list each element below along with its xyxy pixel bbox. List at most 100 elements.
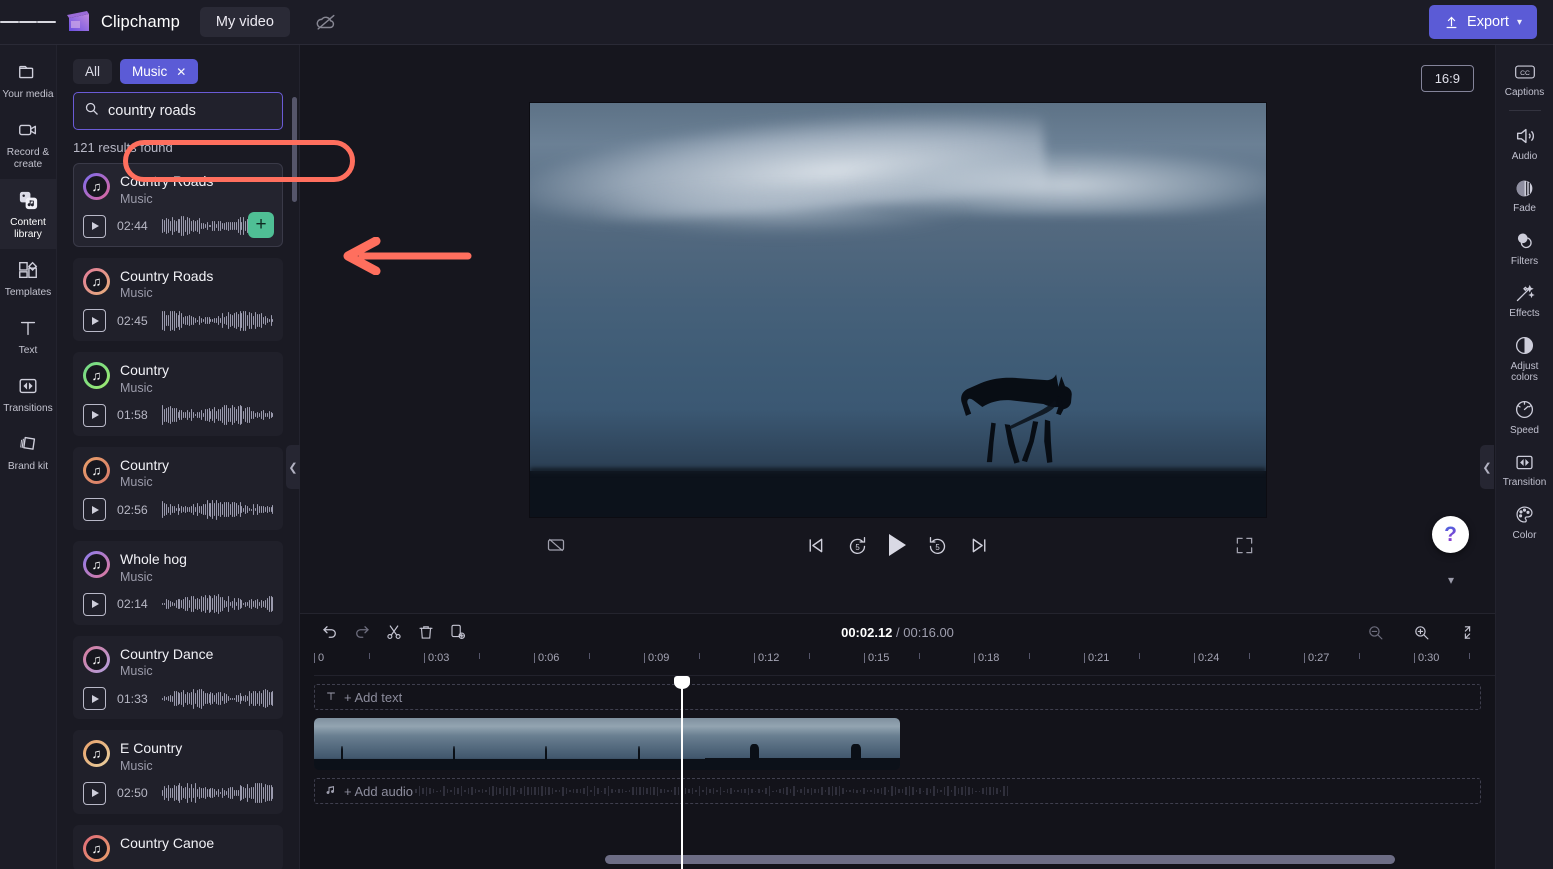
- sidebar-item-brand-kit[interactable]: Brand kit: [0, 423, 57, 481]
- list-item[interactable]: ♫ Country Music 02:56: [73, 446, 283, 530]
- list-item[interactable]: ♫ Country Roads Music 02:45: [73, 257, 283, 341]
- add-audio-label: + Add audio: [344, 783, 414, 799]
- sidebar-item-your-media[interactable]: Your media: [0, 51, 57, 109]
- content-library-icon: [16, 188, 40, 212]
- horse-silhouette: [961, 374, 1072, 464]
- zoom-out-icon[interactable]: [1359, 617, 1391, 647]
- replay-5-icon[interactable]: 5: [847, 535, 868, 556]
- ruler-tick-minor: [919, 653, 920, 659]
- music-note-icon: ♫: [91, 368, 102, 383]
- sidebar-label: Text: [18, 345, 38, 357]
- sidebar-item-content-library[interactable]: Content library: [0, 179, 57, 250]
- scissors-icon[interactable]: [378, 617, 410, 647]
- redo-icon[interactable]: [346, 617, 378, 647]
- list-item[interactable]: ♫ Country Dance Music 01:33: [73, 635, 283, 719]
- track-title: Country Roads: [120, 267, 214, 284]
- forward-5-icon[interactable]: 5: [927, 535, 948, 556]
- play-button[interactable]: [889, 534, 906, 556]
- music-note-icon: ♫: [91, 840, 102, 856]
- fullscreen-icon[interactable]: [1235, 536, 1254, 555]
- trash-icon[interactable]: [410, 617, 442, 647]
- track-type: Music: [120, 475, 153, 489]
- album-art: ♫: [83, 551, 110, 578]
- tool-fade[interactable]: Fade: [1496, 169, 1553, 222]
- search-box[interactable]: [73, 92, 317, 130]
- tool-color[interactable]: Color: [1496, 496, 1553, 549]
- ruler-tick: 0:09: [644, 652, 669, 664]
- chip-music[interactable]: Music ✕: [120, 59, 199, 84]
- total-time: 00:16.00: [903, 624, 954, 640]
- preview-play-button[interactable]: [83, 309, 106, 332]
- ruler-tick-minor: [699, 653, 700, 659]
- chip-all[interactable]: All: [73, 59, 113, 84]
- preview-play-button[interactable]: [83, 214, 106, 238]
- chevron-down-icon[interactable]: ▾: [1425, 567, 1477, 593]
- fit-to-screen-icon[interactable]: [1451, 617, 1483, 647]
- sidebar-label: Record & create: [6, 147, 50, 171]
- skip-previous-icon[interactable]: [805, 535, 826, 556]
- add-audio-track[interactable]: + Add audio: [314, 778, 1481, 804]
- sidebar-item-templates[interactable]: Templates: [0, 249, 57, 307]
- closed-captions-icon: CC: [1514, 61, 1536, 83]
- add-to-timeline-button[interactable]: +: [248, 211, 274, 238]
- tool-label: Color: [1512, 529, 1537, 541]
- tool-transition[interactable]: Transition: [1496, 443, 1553, 496]
- collapse-properties-button[interactable]: ❮: [1480, 445, 1494, 489]
- search-input[interactable]: [108, 103, 295, 119]
- zoom-in-icon[interactable]: [1405, 617, 1437, 647]
- undo-icon[interactable]: [314, 617, 346, 647]
- sidebar-item-transitions[interactable]: Transitions: [0, 365, 57, 423]
- tool-adjust-colors[interactable]: Adjust colors: [1496, 327, 1553, 391]
- tool-speed[interactable]: Speed: [1496, 391, 1553, 444]
- collapse-library-button[interactable]: ❮: [286, 445, 300, 489]
- preview-play-button[interactable]: [83, 687, 106, 710]
- time-separator: /: [896, 624, 900, 640]
- sidebar-item-record-create[interactable]: Record & create: [0, 109, 57, 179]
- list-item[interactable]: ♫ Country Roads Music 02:44 +: [73, 163, 283, 247]
- sidebar-item-text[interactable]: Text: [0, 307, 57, 365]
- current-time: 00:02.12: [841, 624, 893, 640]
- duplicate-icon[interactable]: [442, 617, 474, 647]
- timeline-scrollbar-thumb[interactable]: [605, 855, 1395, 864]
- playhead-handle[interactable]: [674, 676, 690, 689]
- track-duration: 02:44: [117, 219, 148, 233]
- skip-next-icon[interactable]: [969, 535, 990, 556]
- ruler-tick-minor: [809, 653, 810, 659]
- hamburger-menu-icon[interactable]: [0, 0, 57, 45]
- preview-play-button[interactable]: [83, 592, 106, 616]
- preview-play-button[interactable]: [83, 403, 106, 427]
- project-tab[interactable]: My video: [199, 7, 290, 37]
- timeline-ruler[interactable]: 0 0:03 0:06 0:09 0:12 0:15 0:18 0:21 0:24 0:27 0:3…: [314, 650, 1495, 676]
- tool-filters[interactable]: Filters: [1496, 222, 1553, 275]
- album-art: ♫: [83, 362, 110, 389]
- audio-waveform-placeholder: [415, 784, 1474, 798]
- export-button[interactable]: Export ▾: [1429, 5, 1537, 39]
- preview-play-button[interactable]: [83, 781, 106, 805]
- ruler-tick-minor: [1139, 653, 1140, 659]
- list-item[interactable]: ♫ Country Music 01:58: [73, 352, 283, 436]
- preview-play-button[interactable]: [83, 498, 106, 521]
- text-t-icon: [16, 316, 40, 340]
- left-rail: Your media Record & create Content libra…: [0, 45, 57, 869]
- list-item[interactable]: ♫ Whole hog Music 02:14: [73, 541, 283, 625]
- aspect-ratio-button[interactable]: 16:9: [1420, 65, 1474, 92]
- tool-effects[interactable]: Effects: [1496, 274, 1553, 327]
- video-clip[interactable]: [314, 718, 900, 770]
- timeline-tracks: + Add text + Add audio: [300, 676, 1495, 869]
- list-item[interactable]: ♫ E Country Music 02:50: [73, 730, 283, 814]
- music-note-icon: ♫: [91, 651, 102, 667]
- tool-audio[interactable]: Audio: [1496, 117, 1553, 170]
- add-text-track[interactable]: + Add text: [314, 684, 1481, 710]
- cloud-off-icon[interactable]: [312, 8, 340, 36]
- album-art: ♫: [83, 267, 110, 295]
- help-button[interactable]: ?: [1432, 516, 1469, 553]
- playhead[interactable]: [674, 676, 690, 869]
- hide-overlay-icon[interactable]: [546, 535, 566, 555]
- list-item[interactable]: ♫ Country Canoe: [73, 824, 283, 869]
- tool-captions[interactable]: CC Captions: [1496, 53, 1553, 106]
- ruler-label: 0:15: [868, 652, 890, 664]
- video-preview[interactable]: [529, 103, 1266, 517]
- library-scrollbar[interactable]: [292, 97, 297, 202]
- close-x-icon[interactable]: ✕: [176, 65, 186, 79]
- track-type: Music: [120, 191, 153, 206]
